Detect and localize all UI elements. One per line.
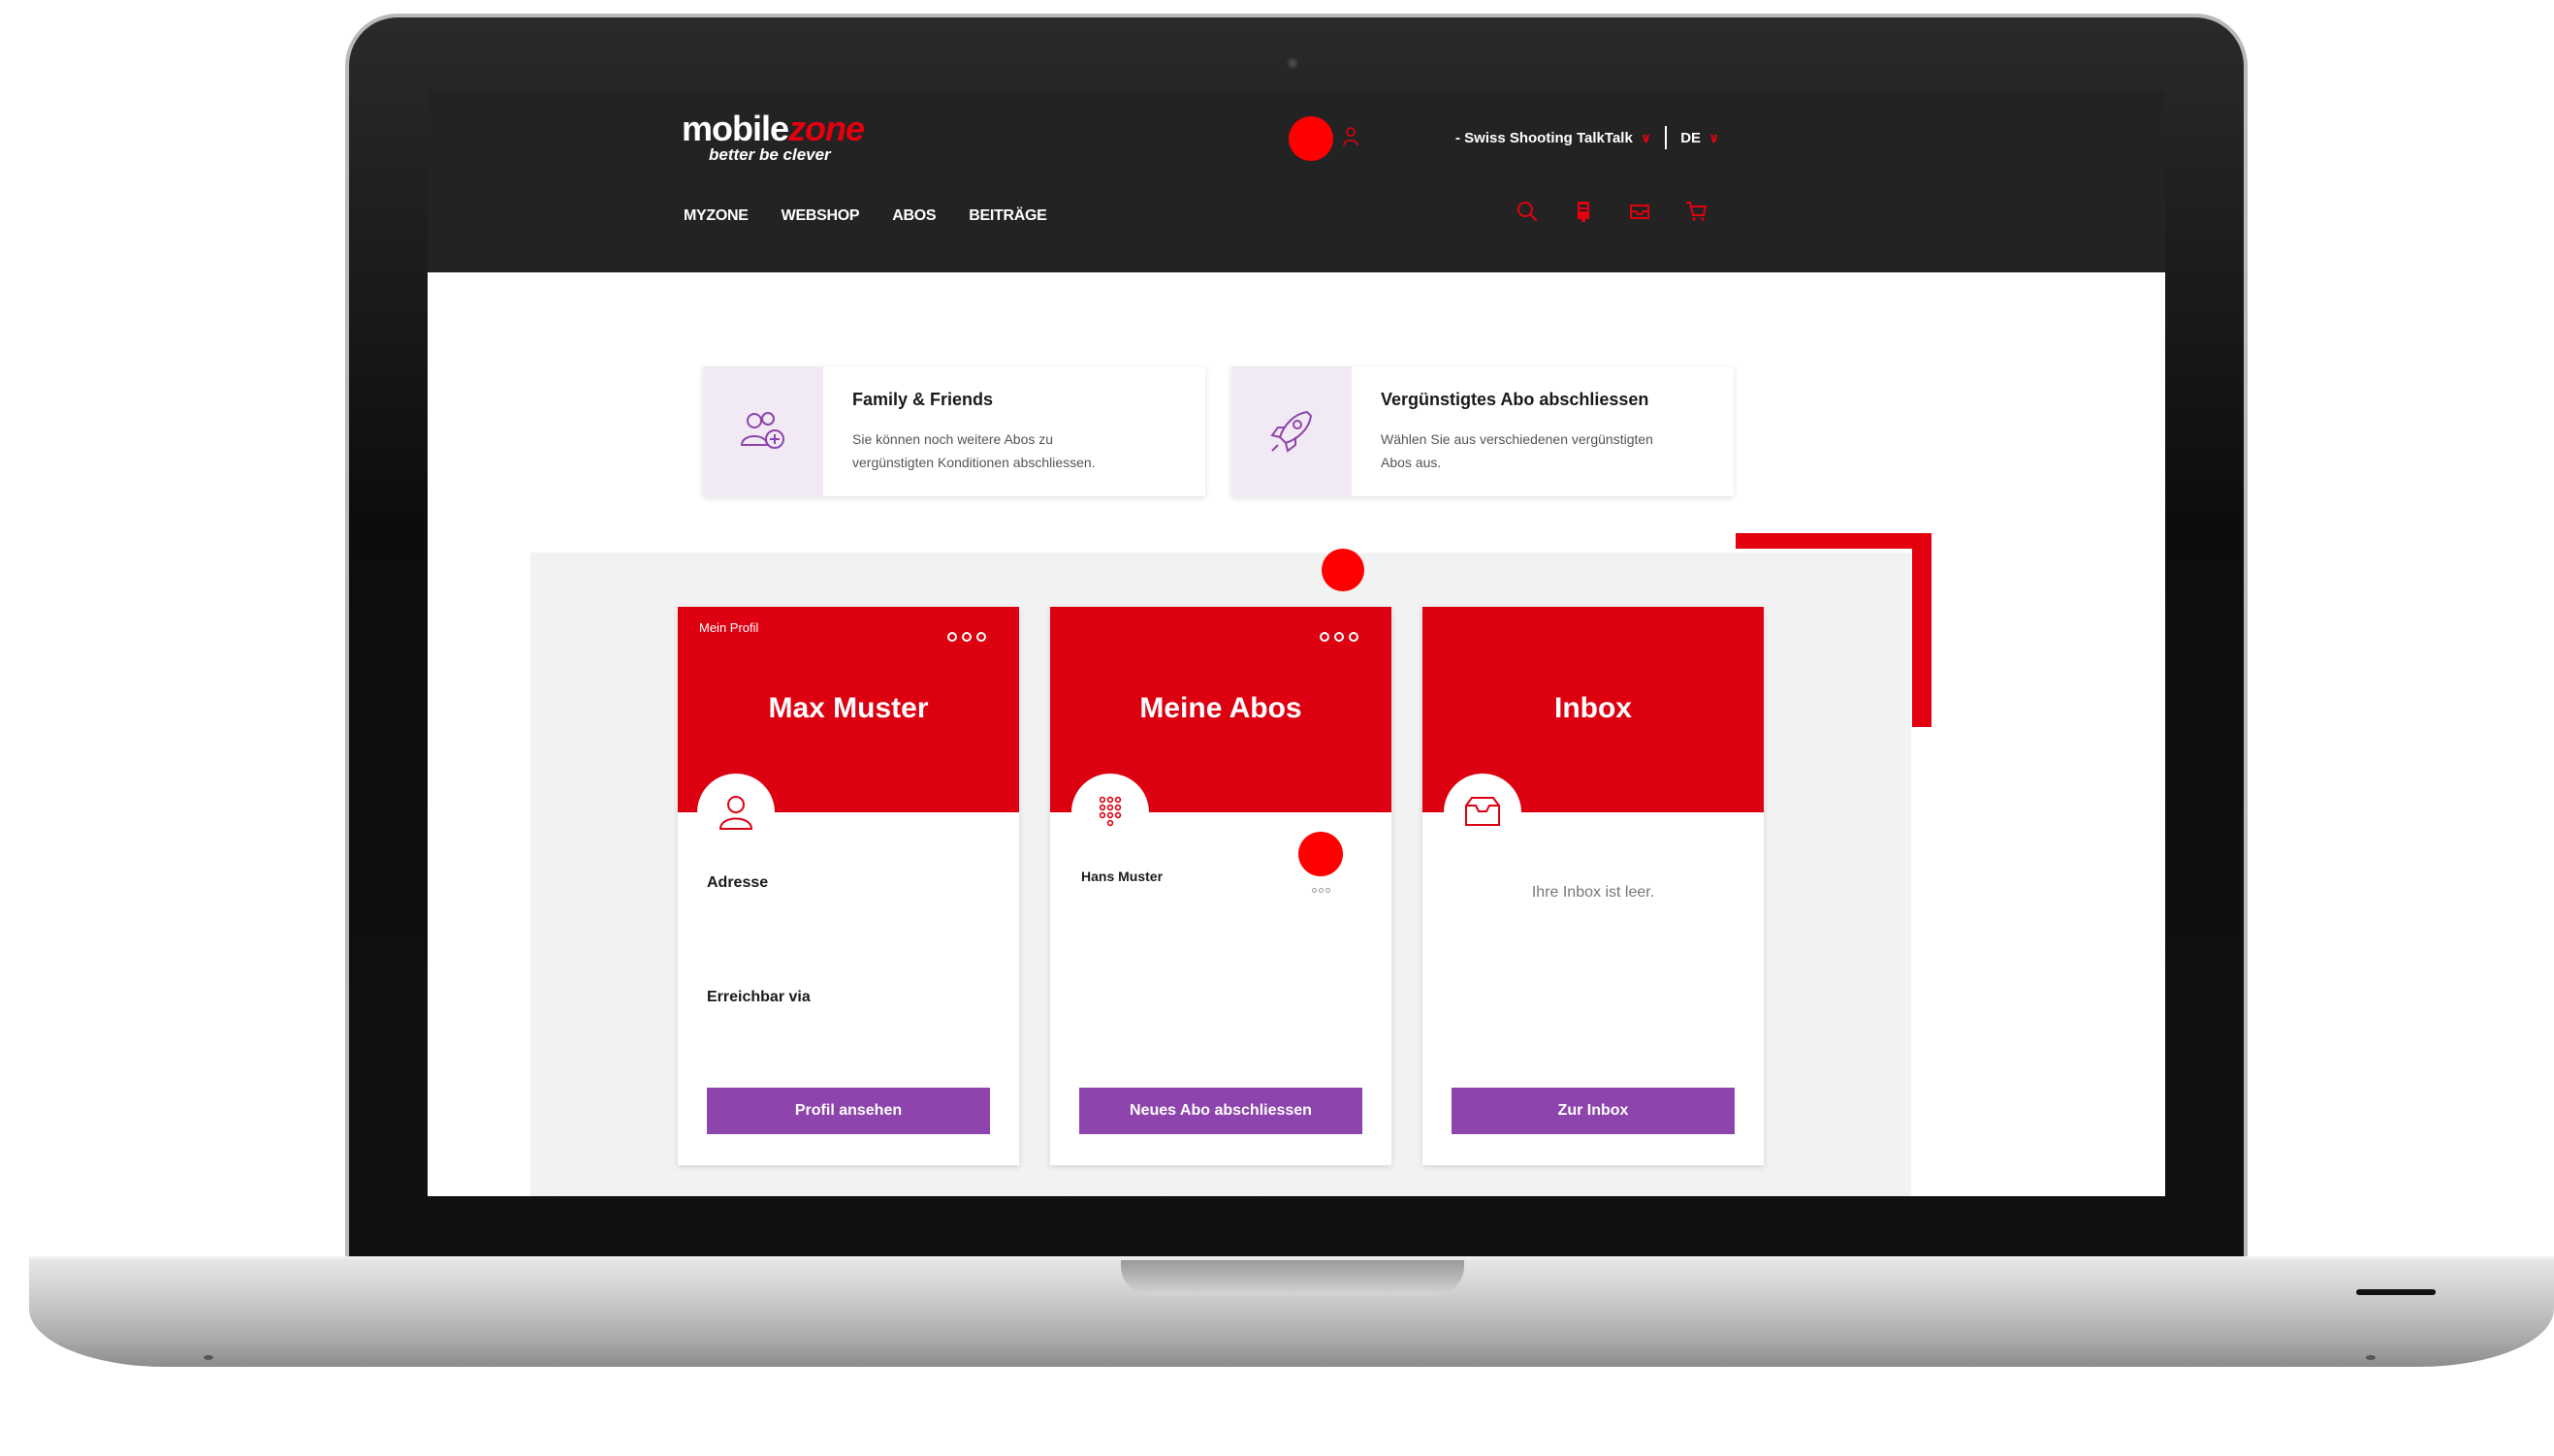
reach-label: Erreichbar via <box>707 989 811 1005</box>
avatar <box>697 774 775 851</box>
search-icon[interactable] <box>1516 200 1539 223</box>
header-icons <box>1516 200 1708 223</box>
screen: mobilezone better be clever - Swiss Shoo… <box>428 91 2165 1196</box>
promo-text: Abos aus. <box>1381 455 1442 470</box>
address-label: Adresse <box>707 874 769 891</box>
site-header: mobilezone better be clever - Swiss Shoo… <box>428 91 2165 272</box>
chevron-down-icon: ∨ <box>1708 129 1720 145</box>
decorative-bracket <box>1912 533 1931 727</box>
promo-icon-box <box>703 366 823 496</box>
promo-title: Family & Friends <box>852 390 994 409</box>
logo-text: mobile <box>682 109 789 148</box>
promo-text: vergünstigten Konditionen abschliessen. <box>852 455 1096 470</box>
notification-dot <box>1289 116 1333 161</box>
keypad-icon <box>1099 796 1122 827</box>
decorative-bracket <box>1736 533 1931 549</box>
nav-item-webshop[interactable]: WEBSHOP <box>782 207 860 225</box>
divider <box>1665 126 1668 149</box>
card-header: Meine Abos <box>1050 607 1391 851</box>
logo[interactable]: mobilezone better be clever <box>682 109 865 165</box>
profile-selector[interactable]: - Swiss Shooting TalkTalk ∨ DE ∨ <box>1455 126 1719 149</box>
promo-text: Wählen Sie aus verschiedenen vergünstigt… <box>1381 431 1653 447</box>
nav-item-myzone[interactable]: MYZONE <box>684 207 749 225</box>
laptop-foot <box>204 1355 213 1360</box>
inbox-card: Inbox Ihre Inbox ist leer. Zur Inbox <box>1422 607 1764 1165</box>
abos-card: Meine Abos Hans Muster Neues Abo abschli… <box>1050 607 1391 1165</box>
go-to-inbox-button[interactable]: Zur Inbox <box>1452 1088 1735 1134</box>
view-profile-button[interactable]: Profil ansehen <box>707 1088 990 1134</box>
promo-title: Vergünstigtes Abo abschliessen <box>1381 390 1649 409</box>
promo-text: Sie können noch weitere Abos zu <box>852 431 1054 447</box>
card-title: Meine Abos <box>1139 692 1302 724</box>
card-title: Inbox <box>1554 692 1632 724</box>
card-title: Max Muster <box>768 692 929 724</box>
user-icon[interactable] <box>1343 126 1358 147</box>
cart-icon[interactable] <box>1684 200 1708 223</box>
new-abo-button[interactable]: Neues Abo abschliessen <box>1079 1088 1362 1134</box>
promo-icon-box <box>1231 366 1352 496</box>
avatar <box>1071 774 1149 851</box>
subscriber-name: Hans Muster <box>1081 869 1164 884</box>
promo-discount-abo[interactable]: Vergünstigtes Abo abschliessen Wählen Si… <box>1231 366 1734 496</box>
more-options-icon[interactable] <box>1320 632 1358 642</box>
rocket-icon <box>1270 410 1313 453</box>
family-add-icon <box>740 412 784 449</box>
promo-family-friends[interactable]: Family & Friends Sie können noch weitere… <box>703 366 1205 496</box>
laptop-foot <box>2366 1355 2376 1360</box>
inbox-icon <box>1465 797 1500 826</box>
card-header: Inbox <box>1422 607 1764 851</box>
nav-item-beitraege[interactable]: BEITRÄGE <box>969 207 1047 225</box>
profile-card: Mein Profil Max Muster Adresse Erreichba… <box>678 607 1019 1165</box>
card-label: Mein Profil <box>699 620 759 635</box>
nav-item-abos[interactable]: ABOS <box>892 207 936 225</box>
laptop-notch <box>1121 1260 1464 1295</box>
language-selector[interactable]: DE <box>1680 130 1701 146</box>
main-nav: MYZONE WEBSHOP ABOS BEITRÄGE <box>684 207 1047 225</box>
mobile-icon[interactable] <box>1572 200 1595 223</box>
card-header: Mein Profil Max Muster <box>678 607 1019 851</box>
notification-dot <box>1322 549 1364 591</box>
laptop-slot <box>2356 1289 2436 1295</box>
chevron-down-icon: ∨ <box>1640 129 1652 145</box>
logo-text-accent: zone <box>788 109 865 148</box>
inbox-icon[interactable] <box>1628 200 1651 223</box>
more-options-icon[interactable] <box>947 632 986 642</box>
more-options-icon[interactable] <box>1312 888 1330 893</box>
inbox-empty-text: Ihre Inbox ist leer. <box>1531 884 1655 901</box>
profile-name: - Swiss Shooting TalkTalk <box>1455 129 1633 146</box>
avatar <box>1444 774 1521 851</box>
camera-icon <box>1286 56 1299 70</box>
notification-dot <box>1298 832 1343 876</box>
user-icon <box>718 796 753 830</box>
